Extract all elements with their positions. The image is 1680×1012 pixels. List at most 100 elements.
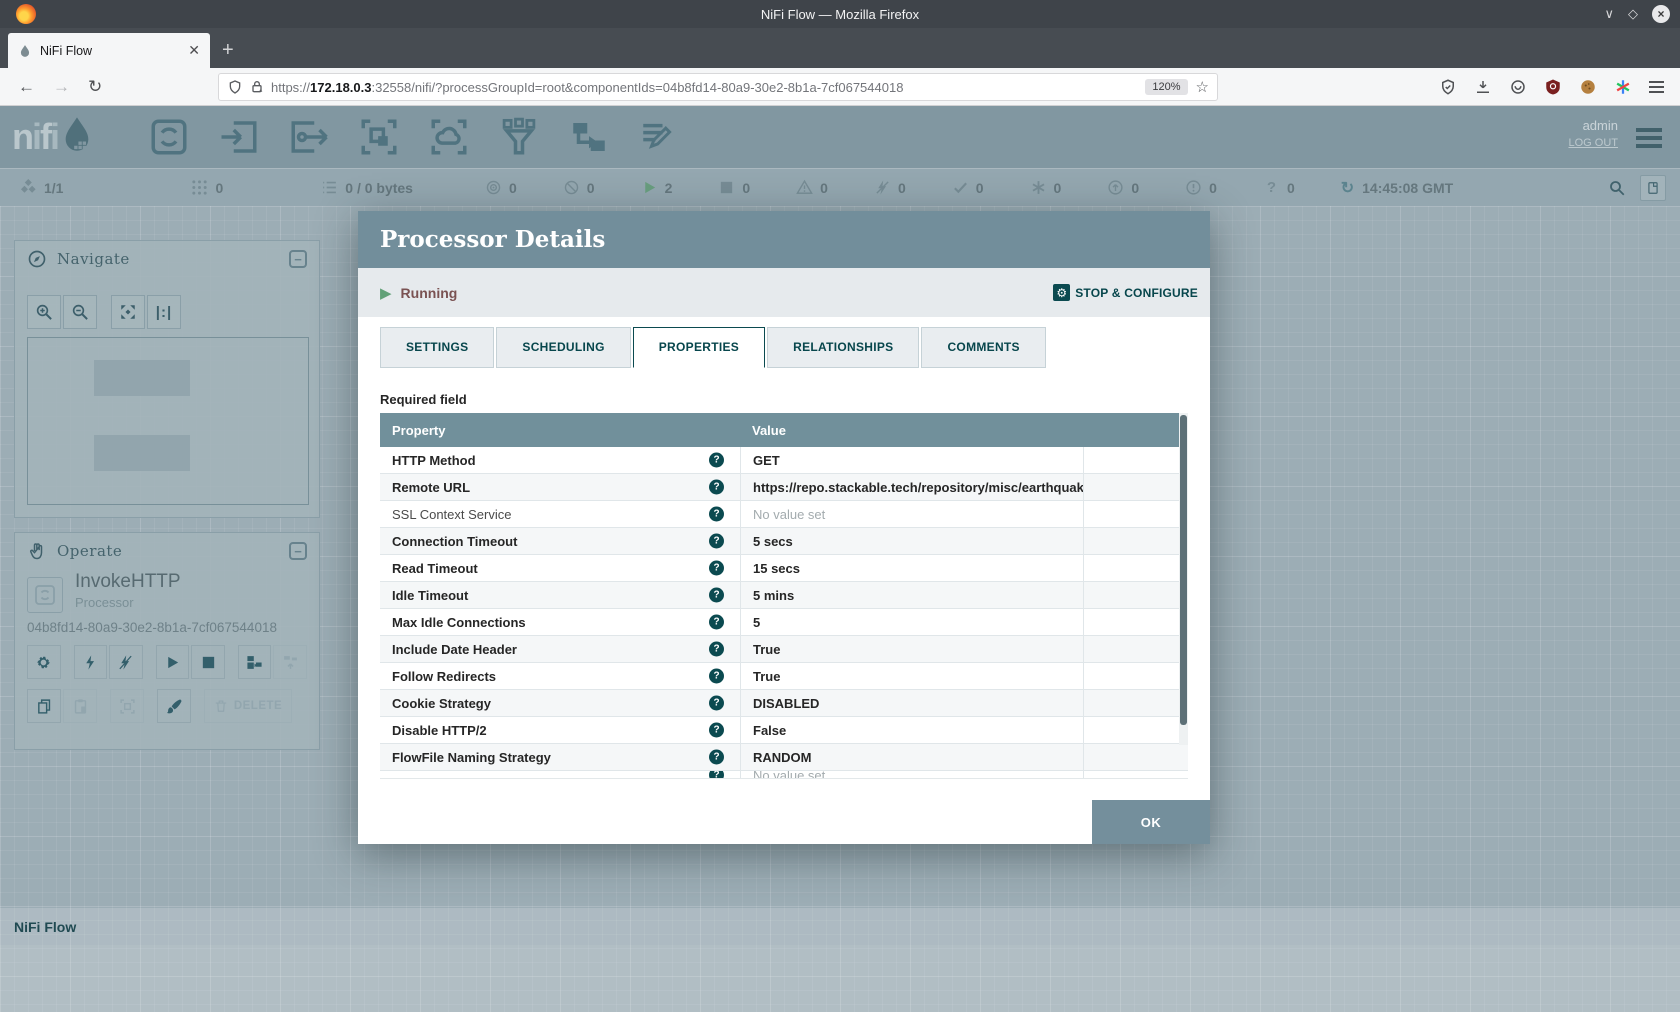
property-help-icon[interactable]: ? [709,750,724,765]
property-name: Idle Timeout? [380,582,740,608]
property-extra-cell [1083,501,1188,527]
property-value[interactable]: RANDOM [740,744,1083,770]
value-column-header: Value [740,423,1083,438]
property-value[interactable]: No value set [740,501,1083,527]
property-value[interactable]: False [740,717,1083,743]
property-value[interactable]: GET [740,447,1083,473]
property-help-icon[interactable]: ? [709,534,724,549]
property-row: Disable HTTP/2?False [380,717,1188,744]
property-value[interactable]: 5 [740,609,1083,635]
multi-color-asterisk-icon[interactable] [1614,78,1632,96]
download-icon[interactable] [1474,78,1492,96]
table-scrollbar[interactable] [1179,413,1188,745]
back-button-icon[interactable]: ← [18,77,35,97]
property-extra-cell [1083,663,1188,689]
properties-table-header: Property Value [380,413,1188,447]
property-row: Remote URL?https://repo.stackable.tech/r… [380,474,1188,501]
property-name: ? [380,771,740,779]
property-column-header: Property [380,423,740,438]
extension-toolbar [1439,68,1664,106]
property-name: Remote URL? [380,474,740,500]
window-titlebar: NiFi Flow — Mozilla Firefox ∨ ◇ × [0,0,1680,28]
property-extra-cell [1083,447,1188,473]
property-value[interactable]: No value set [740,771,1083,779]
property-help-icon[interactable]: ? [709,480,724,495]
scrollbar-thumb[interactable] [1180,415,1187,725]
property-row: Read Timeout?15 secs [380,555,1188,582]
property-extra-cell [1083,528,1188,554]
property-extra-cell [1083,582,1188,608]
property-help-icon[interactable]: ? [709,507,724,522]
property-value[interactable]: True [740,636,1083,662]
property-help-icon[interactable]: ? [709,723,724,738]
property-extra-cell [1083,474,1188,500]
window-title: NiFi Flow — Mozilla Firefox [0,7,1680,22]
property-name: HTTP Method? [380,447,740,473]
forward-button-icon[interactable]: → [53,77,70,97]
tab-close-icon[interactable]: ✕ [188,42,200,59]
property-value[interactable]: 15 secs [740,555,1083,581]
containers-mask-icon[interactable] [1509,78,1527,96]
window-close-icon[interactable]: × [1652,5,1670,23]
running-status-icon: ▶ [380,284,392,302]
url-text[interactable]: https://172.18.0.3:32558/nifi/?processGr… [271,80,1137,95]
property-help-icon[interactable]: ? [709,696,724,711]
firefox-logo-icon [16,4,36,24]
cookie-icon[interactable] [1579,78,1597,96]
nifi-favicon-drop-icon [18,44,32,58]
property-value[interactable]: https://repo.stackable.tech/repository/m… [740,474,1083,500]
window-minimize-icon[interactable]: ∨ [1604,6,1614,22]
stop-and-configure-button[interactable]: ⚙ STOP & CONFIGURE [1053,284,1198,301]
window-maximize-icon[interactable]: ◇ [1628,6,1638,22]
property-row: Connection Timeout?5 secs [380,528,1188,555]
tab-strip: NiFi Flow ✕ + [0,28,1680,68]
property-extra-cell [1083,555,1188,581]
stop-configure-gear-icon: ⚙ [1053,284,1070,301]
property-help-icon[interactable]: ? [709,588,724,603]
property-name: Include Date Header? [380,636,740,662]
dialog-title: Processor Details [380,226,605,253]
property-value[interactable]: 5 secs [740,528,1083,554]
property-extra-cell [1083,744,1188,770]
privacy-shield-icon[interactable] [1439,78,1457,96]
tab-comments[interactable]: COMMENTS [921,327,1045,368]
reload-button-icon[interactable]: ↻ [88,77,102,97]
browser-tab[interactable]: NiFi Flow ✕ [8,33,210,68]
property-help-icon[interactable]: ? [709,771,724,779]
ublock-shield-icon[interactable] [1544,78,1562,96]
tab-properties[interactable]: PROPERTIES [633,327,765,368]
property-name: Connection Timeout? [380,528,740,554]
property-help-icon[interactable]: ? [709,642,724,657]
tab-settings[interactable]: SETTINGS [380,327,494,368]
property-row: Follow Redirects?True [380,663,1188,690]
properties-table: Property Value HTTP Method?GETRemote URL… [380,413,1188,779]
dialog-status-row: ▶ Running ⚙ STOP & CONFIGURE [358,268,1210,317]
property-help-icon[interactable]: ? [709,453,724,468]
bookmark-star-icon[interactable]: ☆ [1196,78,1209,96]
tab-scheduling[interactable]: SCHEDULING [496,327,630,368]
property-value[interactable]: DISABLED [740,690,1083,716]
page-zoom-indicator[interactable]: 120% [1145,79,1187,95]
url-bar[interactable]: https://172.18.0.3:32558/nifi/?processGr… [218,73,1218,101]
property-help-icon[interactable]: ? [709,615,724,630]
browser-menu-icon[interactable] [1649,81,1664,93]
property-row: Include Date Header?True [380,636,1188,663]
property-value[interactable]: True [740,663,1083,689]
property-row: ? No value set [380,771,1188,779]
connection-lock-icon[interactable] [249,79,265,95]
ok-button[interactable]: OK [1092,800,1210,844]
required-field-label: Required field [380,392,1210,407]
property-row: Cookie Strategy?DISABLED [380,690,1188,717]
processor-details-dialog: Processor Details ▶ Running ⚙ STOP & CON… [358,211,1210,844]
property-help-icon[interactable]: ? [709,561,724,576]
new-tab-button[interactable]: + [222,38,234,62]
property-name: Read Timeout? [380,555,740,581]
property-value[interactable]: 5 mins [740,582,1083,608]
property-row: HTTP Method?GET [380,447,1188,474]
property-extra-cell [1083,771,1188,779]
property-name: Follow Redirects? [380,663,740,689]
tracking-shield-icon[interactable] [227,79,243,95]
property-help-icon[interactable]: ? [709,669,724,684]
tab-relationships[interactable]: RELATIONSHIPS [767,327,919,368]
property-name: Max Idle Connections? [380,609,740,635]
